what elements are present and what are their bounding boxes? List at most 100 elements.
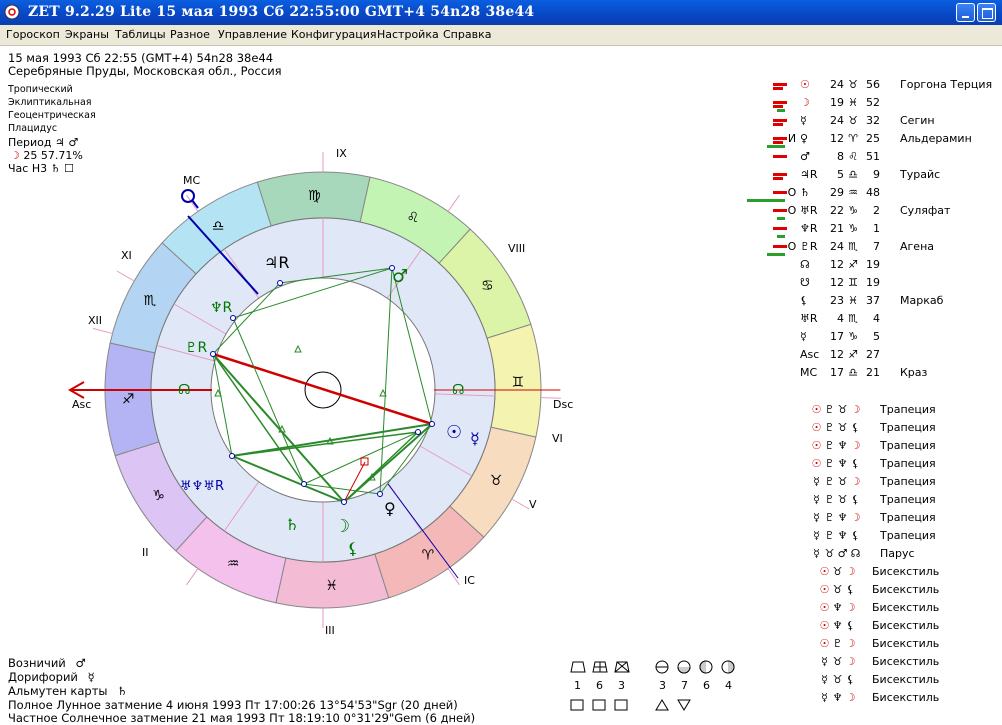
aspect-glyph-icon: ☽ bbox=[845, 637, 856, 650]
mercury-icon[interactable]: ☿ bbox=[470, 429, 480, 448]
aspect-configuration-label: Трапеция bbox=[880, 475, 936, 488]
aspect-glyph-icon: ♇ bbox=[824, 493, 835, 506]
planet-glyph-icon: ☿ bbox=[800, 114, 807, 127]
strength-bar-red bbox=[773, 155, 787, 158]
planet-sign-icon: ♈ bbox=[848, 132, 858, 145]
window-title: ZET 9.2.29 Lite 15 мая 1993 Сб 22:55:00 … bbox=[28, 4, 535, 20]
strength-bar-red bbox=[773, 137, 787, 140]
saturn-icon[interactable]: ♄ bbox=[285, 515, 299, 534]
planet-minutes: 19 bbox=[866, 276, 880, 289]
menu-horoscope[interactable]: Гороскоп bbox=[6, 28, 60, 41]
house-label-v: V bbox=[529, 498, 537, 511]
minimize-button[interactable] bbox=[956, 3, 975, 22]
planet-minutes: 5 bbox=[873, 330, 880, 343]
venus-icon[interactable]: ♀ bbox=[384, 499, 396, 518]
south-node-icon[interactable]: ☊ bbox=[452, 382, 464, 398]
planet-sign-icon: ♊ bbox=[848, 276, 858, 289]
aspect-glyph-icon: ☊ bbox=[850, 547, 861, 560]
aspect-configuration-label: Бисекстиль bbox=[872, 637, 940, 650]
node-icon[interactable]: ☊ bbox=[178, 382, 190, 398]
aspect-glyph-icon: ⚸ bbox=[846, 673, 855, 686]
lilith-icon[interactable]: ⚸ bbox=[347, 539, 359, 558]
aspect-configuration-label: Бисекстиль bbox=[872, 565, 940, 578]
planet-sign-icon: ♑ bbox=[848, 330, 858, 343]
aspect-glyph-icon: ☽ bbox=[845, 691, 856, 704]
sign-glyph-icon: ♏ bbox=[144, 293, 157, 309]
planet-mark: О bbox=[787, 204, 797, 217]
planet-degree: 12 bbox=[830, 132, 844, 145]
strength-bar-red bbox=[773, 191, 787, 194]
aspect-glyph-icon: ♆ bbox=[837, 511, 848, 524]
aspect-glyph-icon: ♇ bbox=[824, 403, 835, 416]
strength-bar-green bbox=[777, 109, 785, 112]
planet-glyph-icon: ☊ bbox=[800, 258, 810, 271]
strength-bar-red bbox=[773, 87, 783, 90]
aspect-configuration-label: Парус bbox=[880, 547, 915, 560]
planet-sign-icon: ♒ bbox=[848, 186, 858, 199]
maximize-button[interactable] bbox=[977, 3, 996, 22]
menu-screens[interactable]: Экраны bbox=[65, 28, 109, 41]
aspect-glyph-icon: ♇ bbox=[824, 439, 835, 452]
pluto-icon[interactable]: ♇R bbox=[185, 340, 208, 356]
planet-glyph-icon: ♄ bbox=[800, 186, 810, 199]
house-label-ic: IC bbox=[464, 574, 475, 587]
fixed-star-name: Суляфат bbox=[900, 204, 951, 217]
menu-configuration[interactable]: Конфигурация bbox=[291, 28, 377, 41]
aspect-glyph-icon: ☽ bbox=[845, 601, 856, 614]
uranus-neptune-group-icon[interactable]: ♅♆♅R bbox=[180, 479, 224, 494]
aspect-glyph-icon: ☉ bbox=[819, 565, 830, 578]
element-count-3: 3 bbox=[618, 679, 625, 692]
sign-glyph-icon: ♌ bbox=[407, 210, 420, 226]
house-label-ix: IX bbox=[336, 147, 347, 160]
aspect-glyph-icon: ☉ bbox=[811, 439, 822, 452]
planet-degree: 21 bbox=[830, 222, 844, 235]
planet-degree: 24 bbox=[830, 240, 844, 253]
strength-bar-red bbox=[773, 83, 787, 86]
aspect-glyph-icon: ☉ bbox=[819, 637, 830, 650]
fixed-star-name: Маркаб bbox=[900, 294, 944, 307]
sun-icon[interactable]: ☉ bbox=[446, 422, 462, 443]
planet-sign-icon: ♏ bbox=[848, 240, 858, 253]
planet-sign-icon: ♏ bbox=[848, 312, 858, 325]
sign-glyph-icon: ♑ bbox=[152, 488, 165, 504]
house-cusp-tick bbox=[92, 327, 113, 335]
aspect-glyph-icon: ♉ bbox=[832, 673, 843, 686]
mars-icon[interactable]: ♂ bbox=[392, 266, 408, 287]
planet-glyph-icon: ♅R bbox=[800, 312, 818, 325]
aspect-glyph-icon: ⚸ bbox=[851, 493, 860, 506]
aspect-glyph-icon: ♆ bbox=[837, 439, 848, 452]
planet-minutes: 2 bbox=[873, 204, 880, 217]
doryphory-symbol: ☿ bbox=[87, 670, 95, 684]
aspect-glyph-icon: ♇ bbox=[824, 475, 835, 488]
house-label-viii: VIII bbox=[508, 242, 525, 255]
aspect-glyph-icon: ☉ bbox=[811, 403, 822, 416]
charioteer-symbol: ♂ bbox=[75, 656, 86, 670]
menu-control[interactable]: Управление bbox=[218, 28, 287, 41]
menu-settings[interactable]: Настройка bbox=[377, 28, 439, 41]
aspect-configuration-label: Бисекстиль bbox=[872, 691, 940, 704]
menu-tables[interactable]: Таблицы bbox=[115, 28, 166, 41]
planet-minutes: 19 bbox=[866, 258, 880, 271]
moon-wheel-icon[interactable]: ☽ bbox=[334, 516, 350, 537]
planet-minutes: 4 bbox=[873, 312, 880, 325]
planet-degree: 17 bbox=[830, 366, 844, 379]
aspect-glyph-icon: ♇ bbox=[824, 529, 835, 542]
jupiter-icon[interactable]: ♃R bbox=[264, 253, 289, 272]
solar-eclipse: Частное Солнечное затмение 21 мая 1993 П… bbox=[8, 711, 476, 725]
natal-chart-wheel[interactable]: ♐♑♒♓♈♉♊♋♌♍♎♏ ♃R ♂ ♆R ♇R ☊ ☊ ☉ ☿ ♀ ☽ ⚸ ♄ … bbox=[0, 45, 620, 645]
planet-sign-icon: ♎ bbox=[848, 168, 858, 181]
planet-sign-icon: ♑ bbox=[848, 222, 858, 235]
strength-bar-red bbox=[773, 209, 787, 212]
menu-help[interactable]: Справка bbox=[443, 28, 491, 41]
aspect-configuration-label: Трапеция bbox=[880, 403, 936, 416]
sign-glyph-icon: ♉ bbox=[490, 473, 503, 489]
planet-glyph-icon: ♃R bbox=[800, 168, 818, 181]
aspect-glyph-icon: ♆ bbox=[832, 601, 843, 614]
menu-misc[interactable]: Разное bbox=[170, 28, 210, 41]
neptune-icon[interactable]: ♆R bbox=[210, 300, 233, 316]
planet-glyph-icon: ☽ bbox=[800, 96, 810, 109]
planet-glyph-icon: ⚸ bbox=[800, 294, 809, 307]
doryphory-label: Дорифорий bbox=[8, 670, 78, 684]
strength-bar-red bbox=[773, 173, 787, 176]
aspect-glyph-icon: ♉ bbox=[837, 421, 848, 434]
